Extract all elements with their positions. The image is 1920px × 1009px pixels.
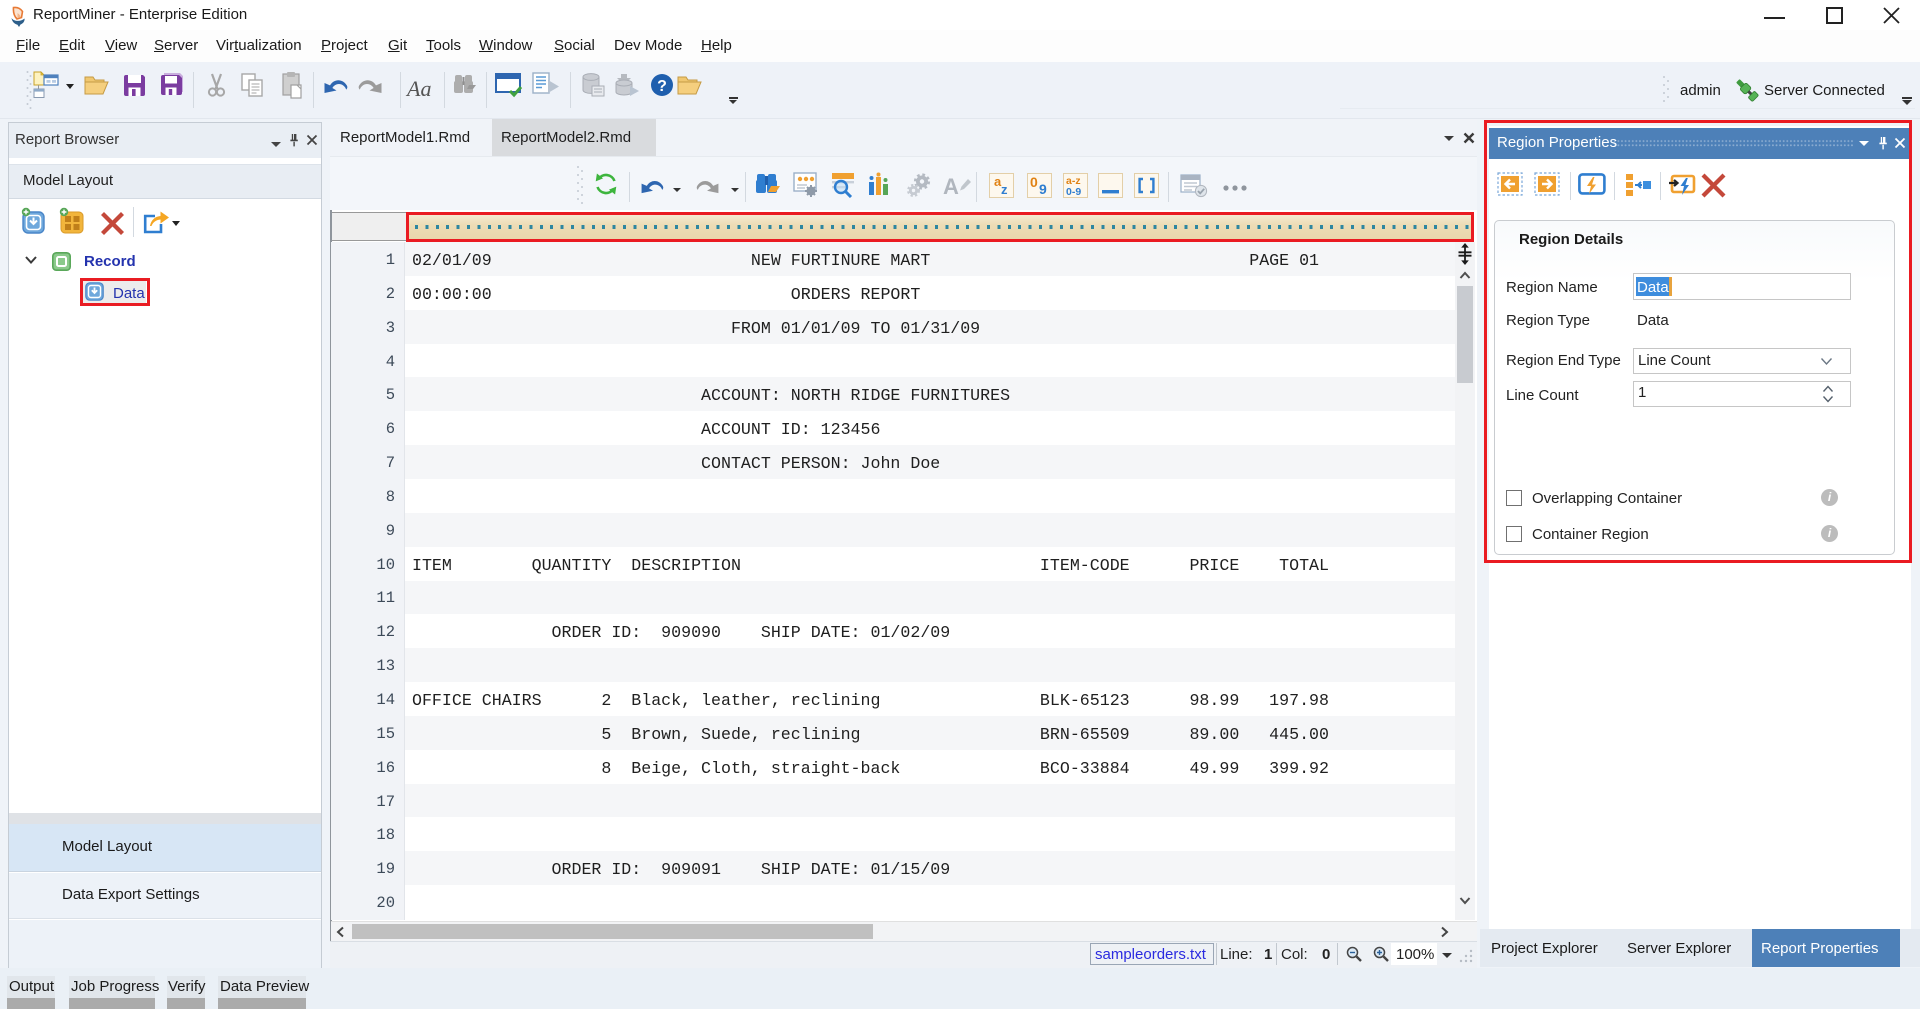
svg-text:0-9: 0-9	[1066, 186, 1081, 198]
svg-text:0: 0	[1030, 174, 1038, 190]
svg-text:z: z	[1001, 182, 1008, 197]
svg-text:9: 9	[1039, 181, 1047, 197]
svg-text:?: ?	[657, 78, 667, 95]
